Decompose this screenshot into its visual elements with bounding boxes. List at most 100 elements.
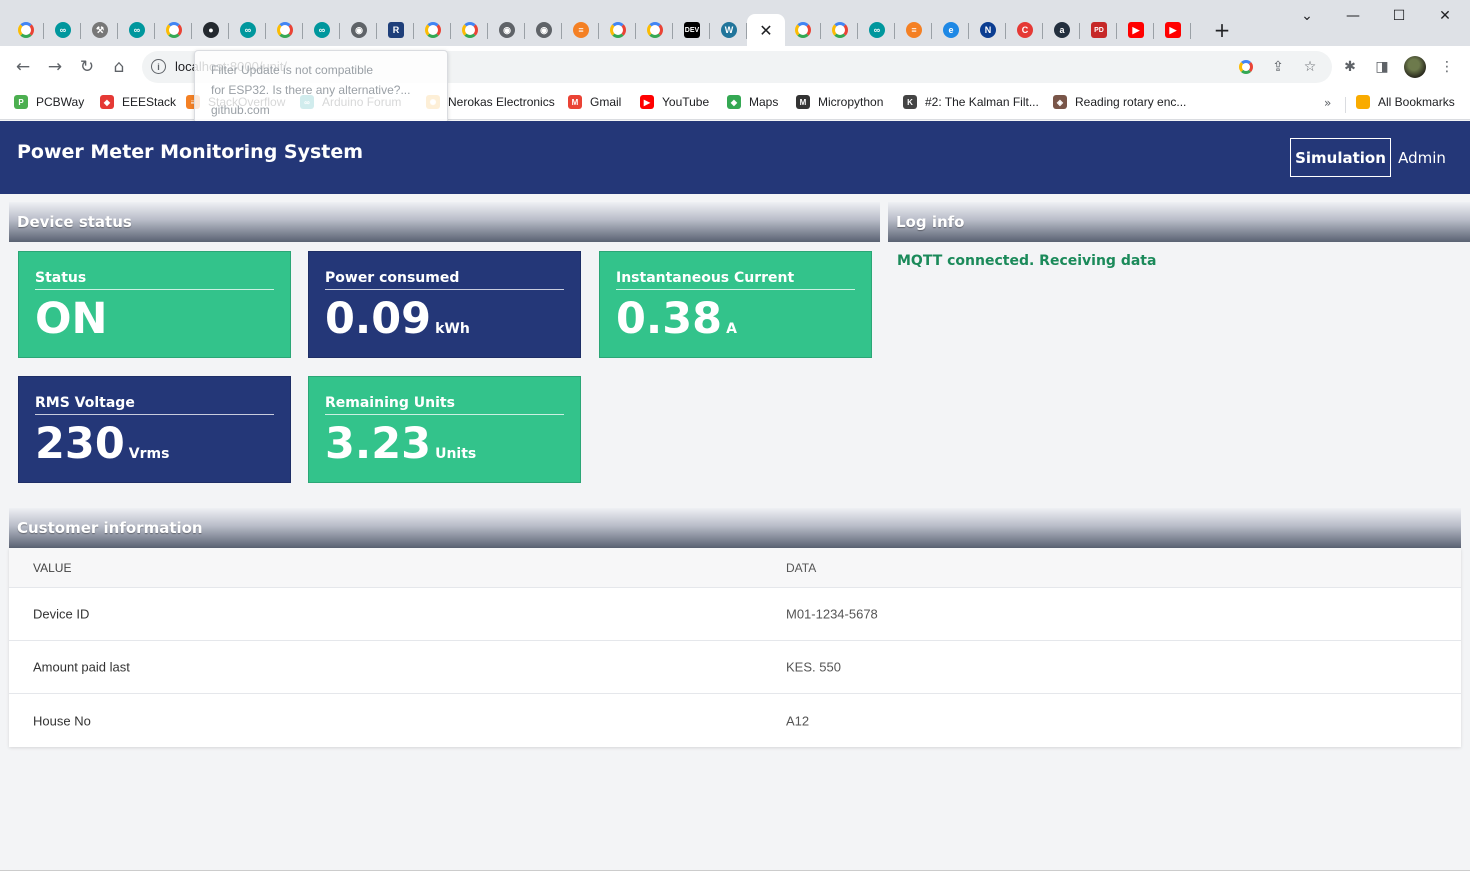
forward-icon[interactable]: → bbox=[43, 55, 67, 79]
kalman-icon: K bbox=[903, 95, 917, 109]
bookmark-item[interactable]: ◆ EEEStack bbox=[100, 95, 176, 109]
bookmark-item[interactable]: ◈ Reading rotary enc... bbox=[1053, 95, 1186, 109]
side-panel-icon[interactable]: ◨ bbox=[1372, 57, 1392, 77]
browser-tab[interactable] bbox=[822, 14, 858, 46]
close-icon[interactable]: ✕ bbox=[759, 21, 772, 40]
reload-icon[interactable]: ↻ bbox=[75, 55, 99, 79]
amazon-icon: a bbox=[1054, 22, 1070, 38]
browser-tab[interactable]: ∞ bbox=[119, 14, 155, 46]
extensions-icon[interactable]: ✱ bbox=[1340, 57, 1360, 77]
customer-table: VALUE DATA Device ID M01-1234-5678 Amoun… bbox=[9, 548, 1461, 747]
browser-tab[interactable]: C bbox=[1007, 14, 1043, 46]
browser-tab[interactable]: ▶ bbox=[1155, 14, 1191, 46]
google-icon bbox=[832, 22, 848, 38]
browser-tab[interactable]: PD bbox=[1081, 14, 1117, 46]
bookmarks-overflow-button[interactable]: » bbox=[1324, 96, 1331, 110]
browser-tab[interactable]: ◉ bbox=[341, 14, 377, 46]
table-row: Amount paid last KES. 550 bbox=[9, 641, 1461, 694]
row-data: M01-1234-5678 bbox=[786, 606, 878, 622]
browser-tab[interactable]: ∞ bbox=[859, 14, 895, 46]
browser-tab[interactable]: ⚒ bbox=[82, 14, 118, 46]
log-info-heading: Log info bbox=[888, 202, 1470, 242]
wordpress-icon: W bbox=[721, 22, 737, 38]
bookmark-item[interactable]: K #2: The Kalman Filt... bbox=[903, 95, 1039, 109]
card-unit: kWh bbox=[435, 321, 470, 337]
bookmark-star-icon[interactable]: ☆ bbox=[1300, 57, 1320, 77]
browser-tab[interactable]: ≡ bbox=[563, 14, 599, 46]
browser-tab[interactable]: DEV bbox=[674, 14, 710, 46]
browser-tab[interactable] bbox=[452, 14, 488, 46]
rms-voltage-card: RMS Voltage 230 Vrms bbox=[18, 376, 291, 483]
arduino-icon: ∞ bbox=[240, 22, 256, 38]
browser-tab[interactable] bbox=[600, 14, 636, 46]
nasa-icon: N bbox=[980, 22, 996, 38]
bookmark-item[interactable]: ▶ YouTube bbox=[640, 95, 709, 109]
pcbway-icon: P bbox=[14, 95, 28, 109]
browser-tab[interactable]: N bbox=[970, 14, 1006, 46]
browser-tab[interactable] bbox=[415, 14, 451, 46]
browser-tab[interactable]: ∞ bbox=[304, 14, 340, 46]
os-taskbar bbox=[0, 870, 1470, 879]
card-value: 0.09 kWh bbox=[325, 293, 564, 355]
menu-kebab-icon[interactable]: ⋮ bbox=[1437, 57, 1457, 77]
tab-search-icon[interactable]: ⌄ bbox=[1284, 4, 1330, 28]
browser-tab[interactable]: a bbox=[1044, 14, 1080, 46]
row-data: KES. 550 bbox=[786, 659, 841, 675]
bookmark-label: Micropython bbox=[818, 95, 884, 109]
units-value: 3.23 bbox=[325, 419, 432, 469]
home-icon[interactable]: ⌂ bbox=[107, 55, 131, 79]
row-label: Device ID bbox=[33, 606, 90, 622]
bookmark-label: Gmail bbox=[590, 95, 622, 109]
browser-tab[interactable]: ● bbox=[193, 14, 229, 46]
new-tab-button[interactable]: + bbox=[1210, 18, 1234, 42]
browser-tab[interactable] bbox=[637, 14, 673, 46]
all-bookmarks-button[interactable]: All Bookmarks bbox=[1356, 95, 1455, 109]
tab-hover-tooltip: Filter Update is not compatible for ESP3… bbox=[194, 50, 448, 124]
profile-avatar[interactable] bbox=[1404, 56, 1426, 78]
youtube-icon: ▶ bbox=[1165, 22, 1181, 38]
tool-icon: ⚒ bbox=[92, 22, 108, 38]
bookmark-label: Reading rotary enc... bbox=[1075, 95, 1187, 109]
window-close-icon[interactable]: ✕ bbox=[1422, 4, 1468, 28]
bookmark-item[interactable]: M Gmail bbox=[568, 95, 621, 109]
browser-tab[interactable]: ▶ bbox=[1118, 14, 1154, 46]
bookmarks-divider bbox=[1345, 97, 1346, 113]
bookmark-item[interactable]: ◆ Maps bbox=[727, 95, 778, 109]
simulation-button[interactable]: Simulation bbox=[1290, 138, 1391, 177]
maximize-icon[interactable]: ☐ bbox=[1376, 4, 1422, 28]
browser-tab[interactable] bbox=[267, 14, 303, 46]
bookmark-label: #2: The Kalman Filt... bbox=[925, 95, 1039, 109]
row-label: House No bbox=[33, 713, 91, 728]
admin-link[interactable]: Admin bbox=[1391, 138, 1453, 177]
browser-tab[interactable] bbox=[8, 14, 44, 46]
app-title[interactable]: Power Meter Monitoring System bbox=[17, 141, 363, 163]
table-row: Device ID M01-1234-5678 bbox=[9, 588, 1461, 641]
minimize-icon[interactable]: — bbox=[1330, 4, 1376, 28]
browser-tab[interactable]: ∞ bbox=[45, 14, 81, 46]
voltage-value: 230 bbox=[35, 419, 125, 469]
browser-tab[interactable]: ✕ bbox=[747, 14, 785, 46]
bookmark-item[interactable]: P PCBWay bbox=[14, 95, 84, 109]
browser-tab[interactable] bbox=[156, 14, 192, 46]
browser-tab[interactable]: ≡ bbox=[896, 14, 932, 46]
browser-tab[interactable]: W bbox=[711, 14, 747, 46]
status-card: Status ON bbox=[18, 251, 291, 358]
browser-tab[interactable]: ◉ bbox=[489, 14, 525, 46]
card-title: Instantaneous Current bbox=[616, 270, 855, 290]
browser-tab[interactable]: ∞ bbox=[230, 14, 266, 46]
current-value: 0.38 bbox=[616, 294, 723, 344]
browser-tab[interactable]: R bbox=[378, 14, 414, 46]
back-icon[interactable]: ← bbox=[11, 55, 35, 79]
google-lens-icon[interactable] bbox=[1236, 57, 1256, 77]
site-info-icon[interactable]: i bbox=[151, 59, 166, 74]
browser-tab[interactable]: e bbox=[933, 14, 969, 46]
browser-tab[interactable] bbox=[785, 14, 821, 46]
tooltip-line-2: for ESP32. Is there any alternative?... bbox=[211, 83, 411, 97]
share-icon[interactable]: ⇪ bbox=[1268, 57, 1288, 77]
device-status-heading: Device status bbox=[9, 202, 880, 242]
bookmark-item[interactable]: M Micropython bbox=[796, 95, 883, 109]
tooltip-line-3: github.com bbox=[211, 103, 270, 117]
folder-icon bbox=[1356, 95, 1370, 109]
browser-tab[interactable]: ◉ bbox=[526, 14, 562, 46]
tooltip-line-1: Filter Update is not compatible bbox=[211, 63, 374, 77]
